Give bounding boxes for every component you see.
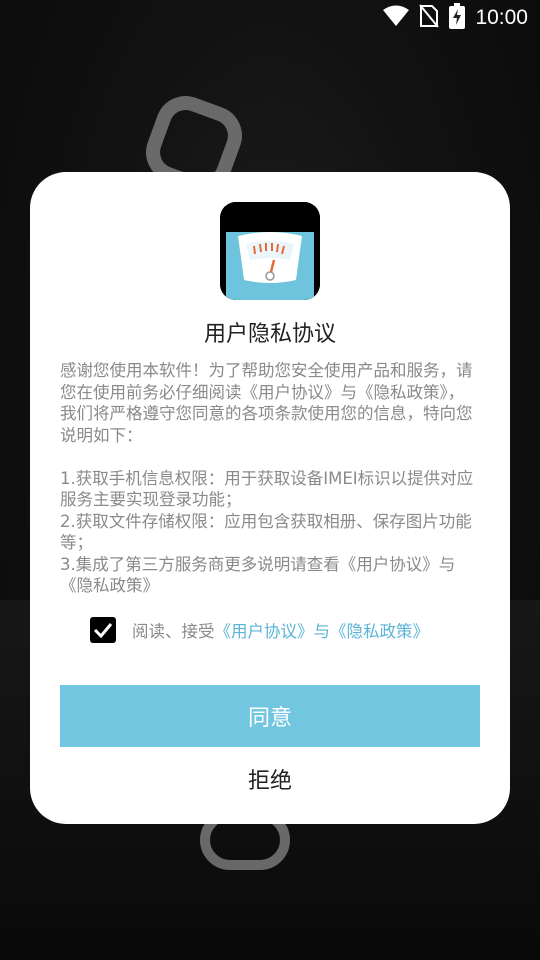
battery-charging-icon bbox=[449, 2, 466, 34]
status-bar: 10:00 bbox=[0, 0, 540, 36]
screen: 10:00 用户隐私协议 感谢您使用本软件！为了帮助您安全使用产品和服务，请您在… bbox=[0, 0, 540, 960]
refuse-button[interactable]: 拒绝 bbox=[60, 754, 480, 804]
app-icon bbox=[220, 202, 320, 300]
agree-button[interactable]: 同意 bbox=[60, 685, 480, 747]
agree-checkbox-row[interactable]: 阅读、接受《用户协议》与《隐私政策》 bbox=[90, 614, 429, 646]
privacy-body-text: 感谢您使用本软件！为了帮助您安全使用产品和服务，请您在使用前务必仔细阅读《用户协… bbox=[60, 361, 474, 595]
agree-checkbox[interactable] bbox=[90, 617, 116, 643]
agree-label: 阅读、接受 bbox=[132, 622, 215, 641]
status-time: 10:00 bbox=[475, 6, 528, 29]
no-sim-icon bbox=[419, 3, 440, 33]
wifi-icon bbox=[383, 5, 410, 32]
policy-link[interactable]: 《用户协议》与《隐私政策》 bbox=[215, 622, 430, 641]
checkmark-icon bbox=[93, 623, 113, 639]
privacy-dialog: 用户隐私协议 感谢您使用本软件！为了帮助您安全使用产品和服务，请您在使用前务必仔… bbox=[30, 172, 510, 824]
dialog-title: 用户隐私协议 bbox=[203, 322, 336, 347]
